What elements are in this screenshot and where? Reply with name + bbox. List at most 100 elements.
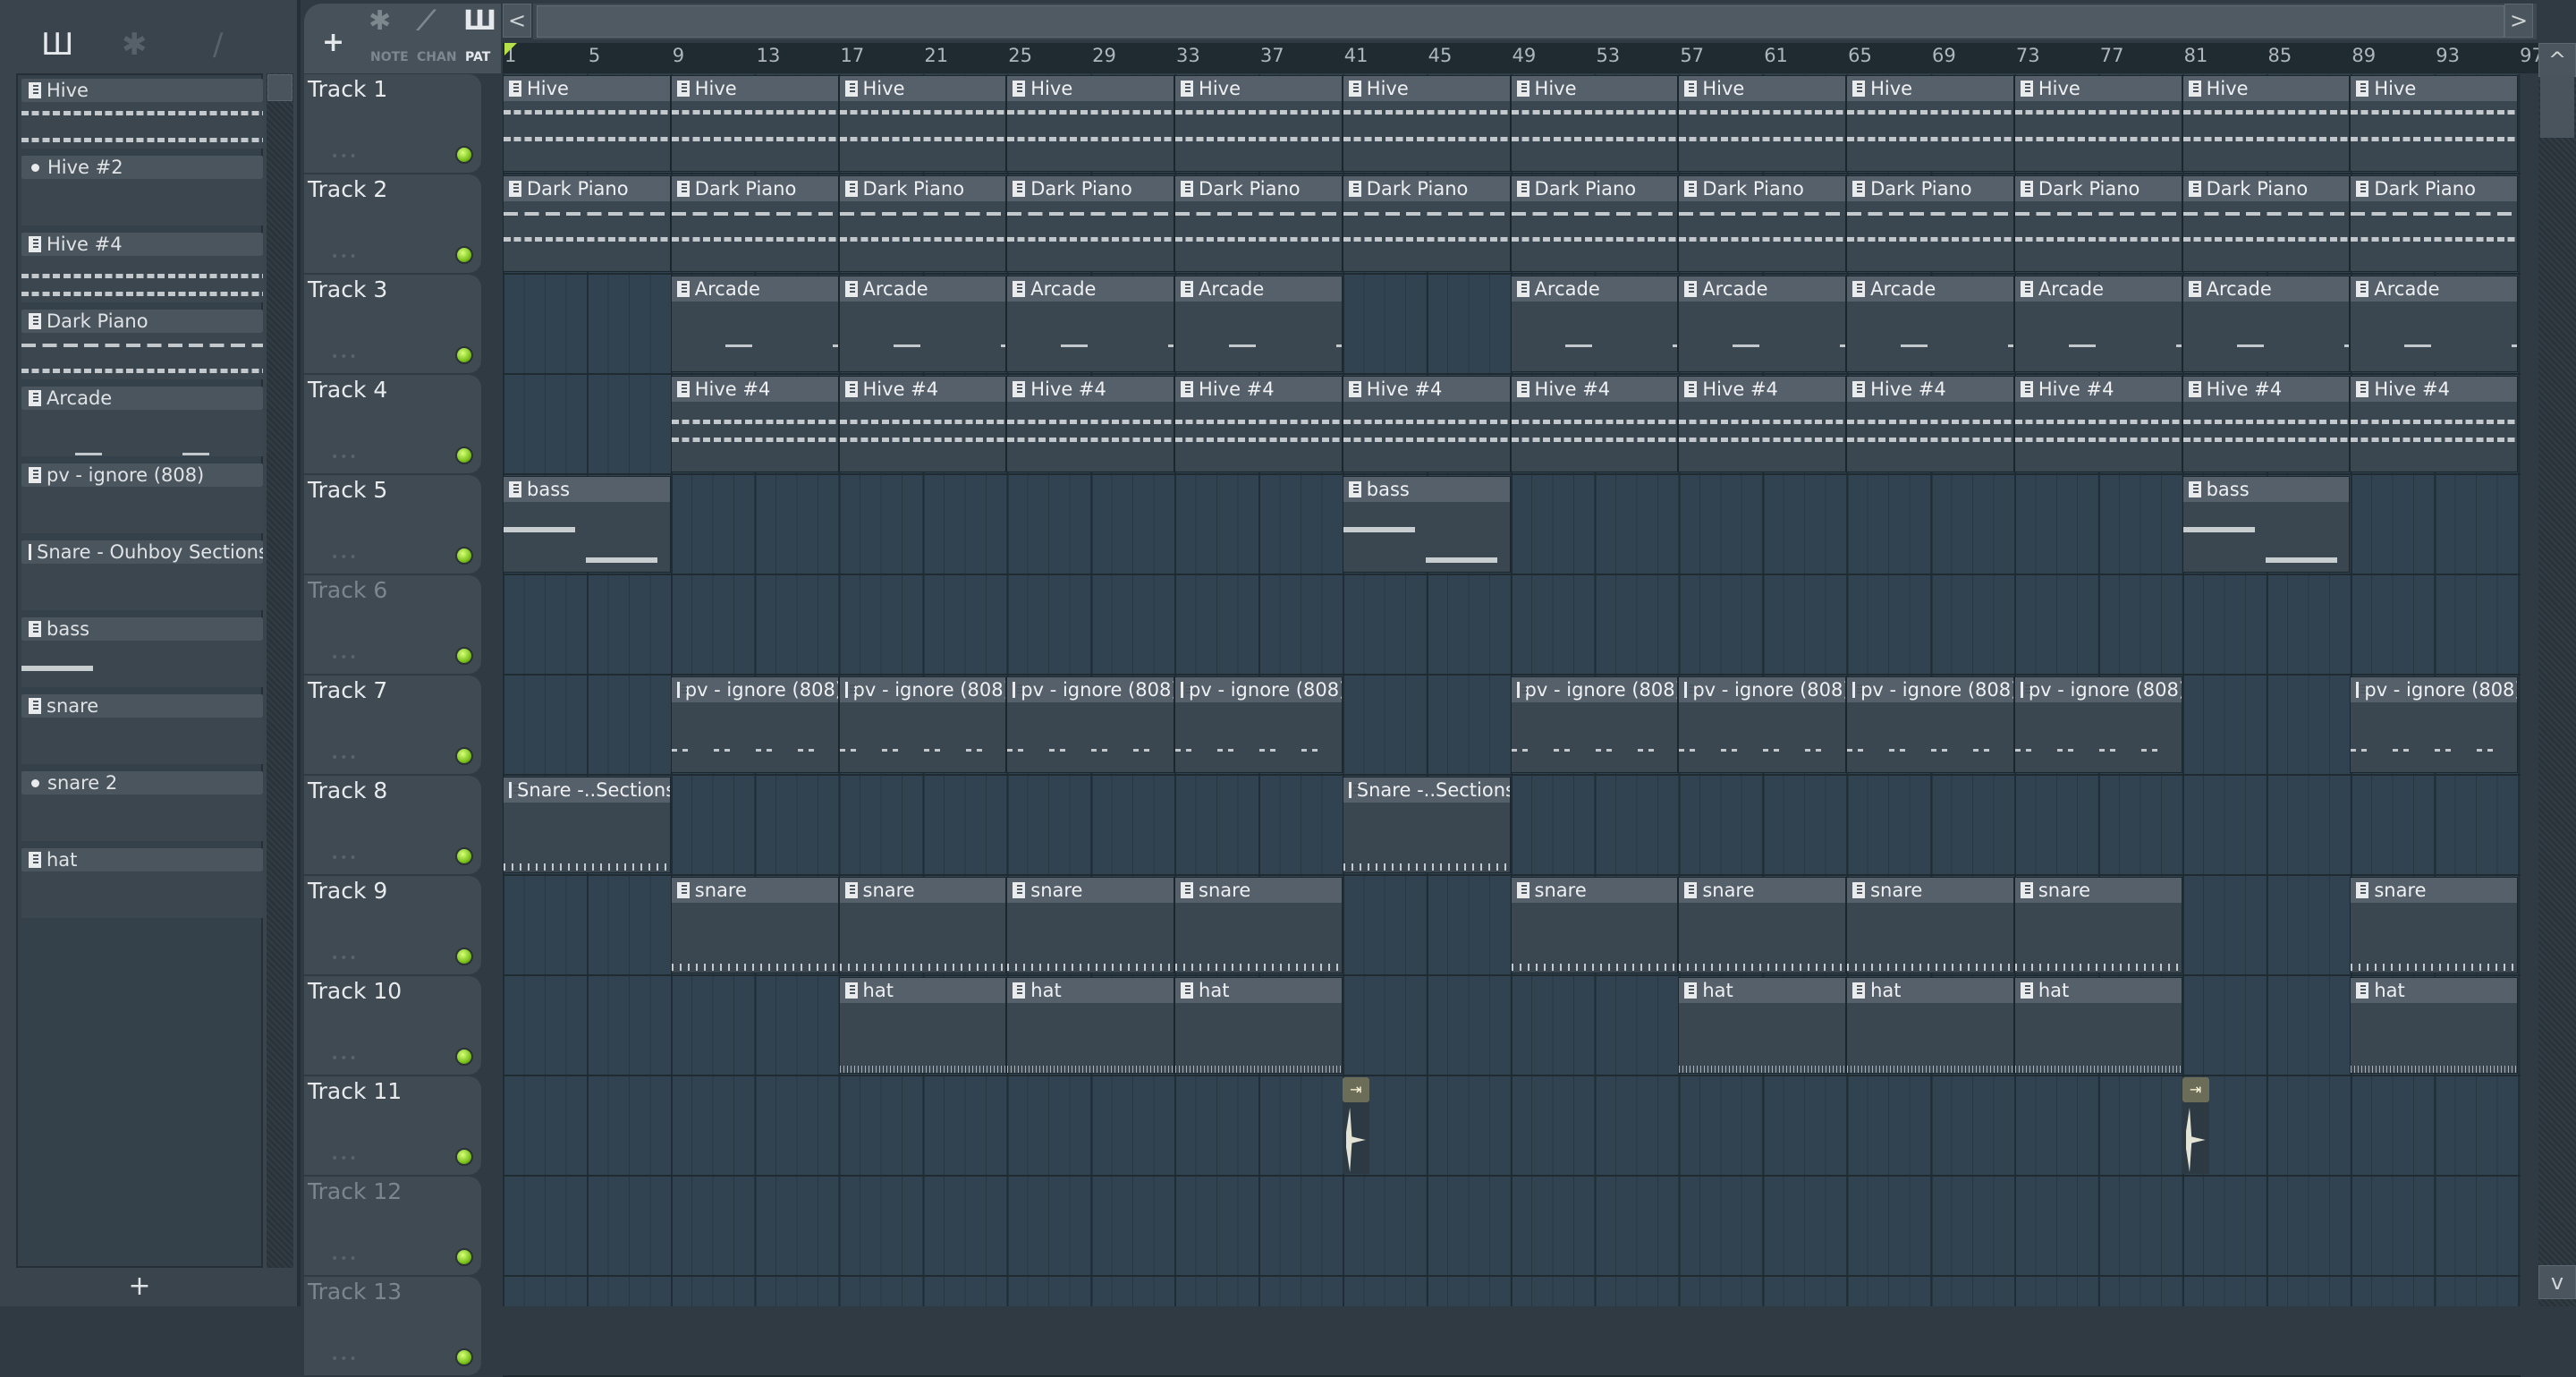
pattern-clip[interactable]: pv - ignore (808) xyxy=(838,676,1007,773)
track-options-icon[interactable]: ••• xyxy=(331,1252,359,1266)
pattern-list-scrollbar[interactable] xyxy=(267,73,293,1268)
playlist-grid[interactable]: Hive Hive Hive Hive Hive Hive Hive Hive Hive Hive… xyxy=(503,74,2521,1377)
pattern-clip[interactable]: Dark Piano xyxy=(1846,175,2014,272)
clip-header[interactable]: Arcade xyxy=(2351,276,2518,302)
audio-clip-icon[interactable]: ⇥ xyxy=(1342,1077,1369,1102)
pattern-clip[interactable]: Hive xyxy=(1342,75,1511,172)
pattern-clip[interactable]: Dark Piano xyxy=(670,175,839,272)
pattern-clip[interactable]: bass xyxy=(1342,476,1511,573)
pattern-header[interactable]: pv - ignore (808) xyxy=(21,463,263,487)
pattern-clip[interactable]: Arcade xyxy=(1510,276,1679,372)
clip-header[interactable]: snare xyxy=(1679,878,1846,903)
track-mute-toggle[interactable] xyxy=(455,747,473,765)
clip-header[interactable]: bass xyxy=(1343,477,1510,502)
track-mute-toggle[interactable] xyxy=(455,547,473,565)
pattern-clip[interactable]: snare xyxy=(1510,877,1679,973)
track-options-icon[interactable]: ••• xyxy=(331,1051,359,1066)
pattern-clip[interactable]: Hive #4 xyxy=(1006,376,1175,472)
track-mute-toggle[interactable] xyxy=(455,948,473,965)
pattern-clip[interactable]: Arcade xyxy=(1846,276,2014,372)
clip-header[interactable]: Dark Piano xyxy=(2014,176,2182,201)
track-header[interactable]: Track 4 ••• xyxy=(304,375,481,473)
track-header[interactable]: Track 11 ••• xyxy=(304,1076,481,1175)
track-mute-toggle[interactable] xyxy=(455,847,473,865)
automation-icon[interactable]: ∕ xyxy=(213,27,223,63)
clip-header[interactable]: snare xyxy=(1511,878,1678,903)
track-mute-toggle[interactable] xyxy=(455,246,473,264)
track-header[interactable]: Track 8 ••• xyxy=(304,776,481,874)
clip-header[interactable]: Hive xyxy=(1847,76,2013,101)
pattern-clip[interactable]: snare xyxy=(1678,877,1847,973)
pattern-header[interactable]: Hive xyxy=(21,79,263,102)
track-options-icon[interactable]: ••• xyxy=(331,250,359,264)
clip-header[interactable]: bass xyxy=(2182,477,2350,502)
track-mute-toggle[interactable] xyxy=(455,1048,473,1066)
track-mute-toggle[interactable] xyxy=(455,446,473,464)
clip-header[interactable]: Hive xyxy=(2182,76,2350,101)
clip-header[interactable]: hat xyxy=(1175,978,1342,1003)
clip-header[interactable]: Hive xyxy=(1511,76,1678,101)
pattern-clip[interactable]: bass xyxy=(503,476,671,573)
pattern-item[interactable]: hat xyxy=(21,848,263,920)
clip-header[interactable]: pv - ignore (808) xyxy=(1175,677,1342,702)
clip-header[interactable]: Dark Piano xyxy=(1679,176,1846,201)
clip-header[interactable]: Dark Piano xyxy=(1847,176,2013,201)
clip-header[interactable]: Hive xyxy=(671,76,838,101)
pattern-clip[interactable]: Hive xyxy=(670,75,839,172)
clip-header[interactable]: Arcade xyxy=(1007,276,1174,302)
pattern-clip[interactable]: Hive xyxy=(1678,75,1847,172)
pattern-header[interactable]: bass xyxy=(21,617,263,641)
clip-header[interactable]: snare xyxy=(2014,878,2182,903)
track-options-icon[interactable]: ••• xyxy=(331,1352,359,1366)
pattern-clip[interactable]: Hive #4 xyxy=(838,376,1007,472)
pattern-clip[interactable]: pv - ignore (808) xyxy=(1678,676,1847,773)
clip-header[interactable]: Dark Piano xyxy=(839,176,1006,201)
clip-header[interactable]: snare xyxy=(1175,878,1342,903)
pattern-clip[interactable]: Arcade xyxy=(2013,276,2182,372)
pattern-clip[interactable]: hat xyxy=(2350,977,2519,1074)
pattern-clip[interactable]: Dark Piano xyxy=(2350,175,2519,272)
pattern-clip[interactable]: Dark Piano xyxy=(1678,175,1847,272)
pattern-clip[interactable]: snare xyxy=(1846,877,2014,973)
clip-header[interactable]: pv - ignore (808) xyxy=(2351,677,2518,702)
clip-header[interactable]: Hive #4 xyxy=(1175,377,1342,402)
clip-header[interactable]: snare xyxy=(839,878,1006,903)
pattern-clip[interactable]: snare xyxy=(1174,877,1343,973)
pattern-clip[interactable]: snare xyxy=(838,877,1007,973)
pattern-clip[interactable]: Dark Piano xyxy=(2013,175,2182,272)
pattern-clip[interactable]: Dark Piano xyxy=(1342,175,1511,272)
clip-header[interactable]: Dark Piano xyxy=(504,176,670,201)
pattern-clip[interactable]: hat xyxy=(1846,977,2014,1074)
track-mute-toggle[interactable] xyxy=(455,146,473,164)
pattern-item[interactable]: Dark Piano xyxy=(21,310,263,381)
track-header[interactable]: Track 2 ••• xyxy=(304,174,481,273)
pattern-clip[interactable]: Hive #4 xyxy=(2350,376,2519,472)
track-mute-toggle[interactable] xyxy=(455,1248,473,1266)
audio-icon[interactable]: ✱ xyxy=(122,27,148,63)
pattern-clip[interactable]: Hive #4 xyxy=(1342,376,1511,472)
pattern-clip[interactable]: Hive xyxy=(2350,75,2519,172)
clip-header[interactable]: Hive #4 xyxy=(2351,377,2518,402)
add-pattern-button[interactable]: + xyxy=(16,1271,263,1303)
clip-header[interactable]: hat xyxy=(1847,978,2013,1003)
clip-header[interactable]: Hive xyxy=(1175,76,1342,101)
clip-header[interactable]: Arcade xyxy=(839,276,1006,302)
clip-header[interactable]: snare xyxy=(1847,878,2013,903)
clip-header[interactable]: Hive #4 xyxy=(1343,377,1510,402)
pattern-clip[interactable]: Arcade xyxy=(1678,276,1847,372)
pattern-header[interactable]: Arcade xyxy=(21,387,263,410)
pattern-clip[interactable]: snare xyxy=(2350,877,2519,973)
clip-header[interactable]: Dark Piano xyxy=(2351,176,2518,201)
track-mute-toggle[interactable] xyxy=(455,346,473,364)
pattern-clip[interactable]: hat xyxy=(2013,977,2182,1074)
track-options-icon[interactable]: ••• xyxy=(331,851,359,865)
pattern-clip[interactable]: pv - ignore (808) xyxy=(670,676,839,773)
clip-header[interactable]: snare xyxy=(2351,878,2518,903)
pattern-clip[interactable]: Hive #4 xyxy=(1678,376,1847,472)
pattern-clip[interactable]: Hive #4 xyxy=(1174,376,1343,472)
clip-header[interactable]: pv - ignore (808) xyxy=(1007,677,1174,702)
clip-header[interactable]: Hive #4 xyxy=(2182,377,2350,402)
pattern-clip[interactable]: Dark Piano xyxy=(838,175,1007,272)
clip-header[interactable]: Hive #4 xyxy=(2014,377,2182,402)
scroll-right-button[interactable]: > xyxy=(2504,4,2533,38)
